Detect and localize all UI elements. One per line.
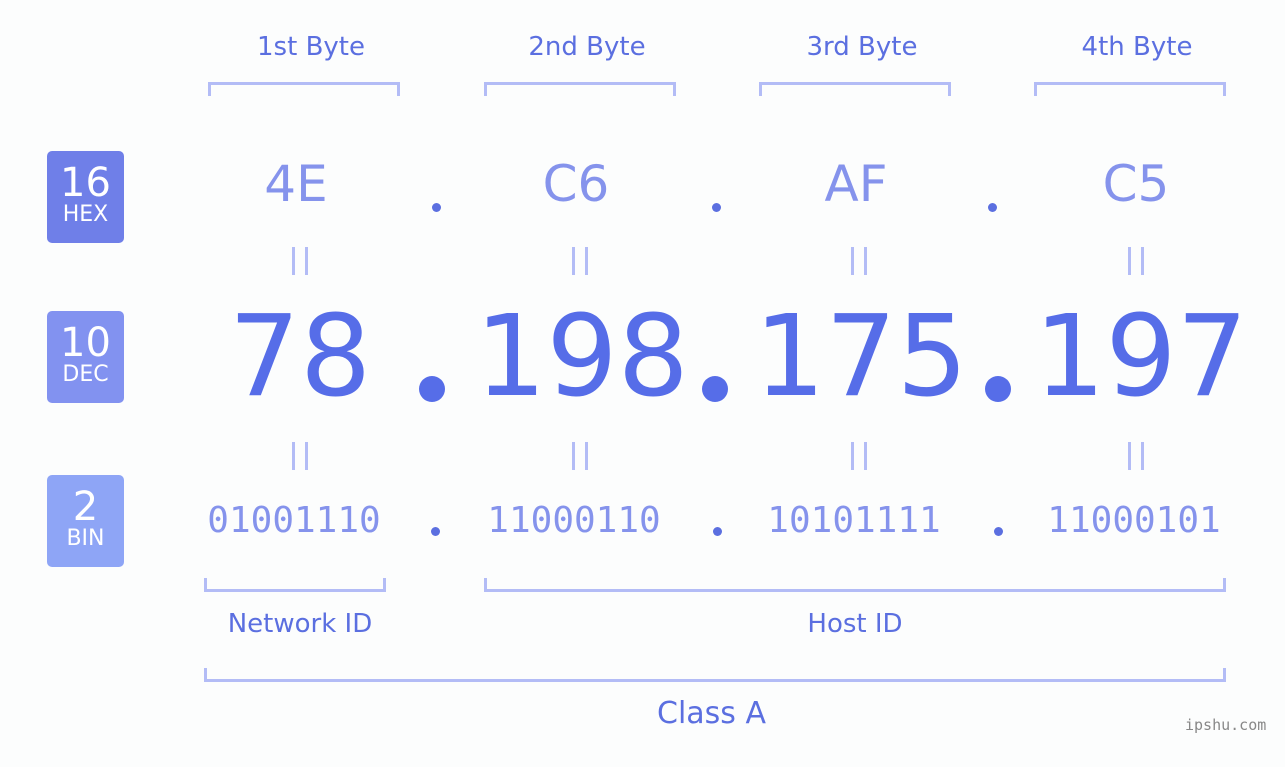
byte-bracket-2 [484, 82, 676, 96]
bin-badge: 2 BIN [47, 475, 124, 567]
bin-dot-2 [713, 527, 722, 536]
dec-base-label: DEC [62, 362, 109, 387]
hex-base-number: 16 [60, 160, 111, 206]
equals-icon [572, 247, 588, 275]
hex-dot-2 [712, 203, 721, 212]
watermark: ipshu.com [1185, 716, 1267, 734]
network-id-label: Network ID [227, 609, 373, 639]
hex-byte-1: 4E [264, 155, 328, 213]
hex-byte-4: C5 [1102, 155, 1170, 213]
bin-byte-4: 11000101 [1047, 500, 1221, 541]
byte-label-4: 4th Byte [1081, 32, 1193, 62]
byte-label-1: 1st Byte [257, 32, 365, 62]
hex-base-label: HEX [62, 202, 109, 227]
dec-byte-3: 175 [754, 292, 968, 422]
equals-icon [292, 247, 308, 275]
equals-icon [572, 442, 588, 470]
hex-dot-3 [988, 203, 997, 212]
bin-base-label: BIN [66, 526, 105, 551]
bin-byte-2: 11000110 [487, 500, 661, 541]
hex-dot-1 [432, 203, 441, 212]
bin-byte-3: 10101111 [767, 500, 941, 541]
bin-dot-1 [431, 527, 440, 536]
equals-icon [851, 247, 867, 275]
host-id-label: Host ID [807, 609, 903, 639]
dec-byte-2: 198 [475, 292, 689, 422]
dec-byte-1: 78 [228, 292, 372, 422]
equals-icon [1128, 247, 1144, 275]
dec-dot-3 [985, 376, 1011, 402]
bin-dot-3 [994, 527, 1003, 536]
byte-label-2: 2nd Byte [528, 32, 646, 62]
dec-dot-1 [419, 376, 445, 402]
dec-dot-2 [702, 376, 728, 402]
class-label: Class A [657, 696, 766, 731]
host-id-bracket [484, 578, 1226, 592]
dec-byte-4: 197 [1034, 292, 1248, 422]
hex-byte-3: AF [824, 155, 888, 213]
equals-icon [1128, 442, 1144, 470]
byte-bracket-3 [759, 82, 951, 96]
bin-byte-1: 01001110 [207, 500, 381, 541]
hex-badge: 16 HEX [47, 151, 124, 243]
byte-bracket-1 [208, 82, 400, 96]
dec-badge: 10 DEC [47, 311, 124, 403]
equals-icon [292, 442, 308, 470]
bin-base-number: 2 [72, 484, 99, 530]
byte-label-3: 3rd Byte [806, 32, 918, 62]
network-id-bracket [204, 578, 386, 592]
dec-base-number: 10 [60, 320, 111, 366]
byte-bracket-4 [1034, 82, 1226, 96]
class-bracket [204, 668, 1226, 682]
hex-byte-2: C6 [542, 155, 610, 213]
equals-icon [851, 442, 867, 470]
